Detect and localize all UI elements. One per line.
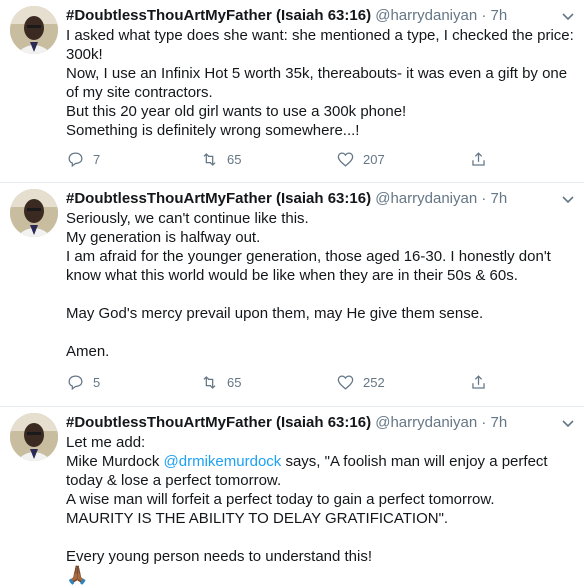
mention-link[interactable]: @drmikemurdock	[164, 453, 282, 470]
retweet-icon	[203, 153, 216, 166]
share-button[interactable]	[469, 150, 488, 169]
chevron-down-icon[interactable]	[560, 415, 576, 431]
chevron-down-icon[interactable]	[560, 191, 576, 207]
display-name[interactable]: #DoubtlessThouArtMyFather (Isaiah 63:16)	[66, 190, 371, 207]
tweet-header: #DoubtlessThouArtMyFather (Isaiah 63:16)…	[66, 189, 576, 209]
tweet-1[interactable]: #DoubtlessThouArtMyFather (Isaiah 63:16)…	[0, 0, 584, 183]
avatar[interactable]	[10, 413, 58, 461]
like-button[interactable]: 207	[336, 150, 385, 169]
avatar[interactable]	[10, 6, 58, 54]
share-icon	[472, 375, 485, 389]
tweet-2[interactable]: #DoubtlessThouArtMyFather (Isaiah 63:16)…	[0, 183, 584, 407]
handle[interactable]: @harrydaniyan	[375, 7, 477, 24]
handle[interactable]: @harrydaniyan	[375, 414, 477, 431]
timestamp[interactable]: · 7h	[481, 414, 507, 431]
retweet-icon	[203, 376, 216, 389]
handle[interactable]: @harrydaniyan	[375, 190, 477, 207]
tweet-3[interactable]: #DoubtlessThouArtMyFather (Isaiah 63:16)…	[0, 407, 584, 588]
chevron-down-icon[interactable]	[560, 8, 576, 24]
tweet-text: I asked what type does she want: she men…	[66, 27, 574, 139]
like-count: 252	[363, 375, 385, 390]
timestamp[interactable]: · 7h	[481, 190, 507, 207]
tweet-actions: 7 65 207	[66, 150, 526, 170]
retweet-count: 65	[227, 152, 242, 167]
tweet-header: #DoubtlessThouArtMyFather (Isaiah 63:16)…	[66, 6, 576, 26]
reply-count: 7	[93, 152, 101, 167]
tweet-text: Let me add: Mike Murdock @drmikemurdock …	[66, 433, 576, 566]
avatar[interactable]	[10, 189, 58, 237]
heart-icon	[337, 375, 354, 390]
retweet-count: 65	[227, 375, 242, 390]
share-icon	[472, 152, 485, 166]
reply-button[interactable]: 5	[66, 373, 100, 392]
reply-icon	[68, 152, 83, 168]
tweet-text: Seriously, we can't continue like this. …	[66, 210, 551, 360]
timestamp[interactable]: · 7h	[481, 7, 507, 24]
tweet-actions: 5 65 252	[66, 373, 526, 393]
reply-button[interactable]: 7	[66, 150, 100, 169]
praying-hands-emoji: 🙏🏾	[66, 565, 89, 585]
display-name[interactable]: #DoubtlessThouArtMyFather (Isaiah 63:16)	[66, 414, 371, 431]
display-name[interactable]: #DoubtlessThouArtMyFather (Isaiah 63:16)	[66, 7, 371, 24]
retweet-button[interactable]: 65	[200, 373, 241, 392]
retweet-button[interactable]: 65	[200, 150, 241, 169]
share-button[interactable]	[469, 373, 488, 392]
reply-icon	[68, 375, 83, 391]
reply-count: 5	[93, 375, 101, 390]
heart-icon	[337, 152, 354, 167]
tweet-text-part: Let me add: Mike Murdock	[66, 434, 160, 470]
like-button[interactable]: 252	[336, 373, 385, 392]
tweet-header: #DoubtlessThouArtMyFather (Isaiah 63:16)…	[66, 413, 576, 433]
like-count: 207	[363, 152, 385, 167]
